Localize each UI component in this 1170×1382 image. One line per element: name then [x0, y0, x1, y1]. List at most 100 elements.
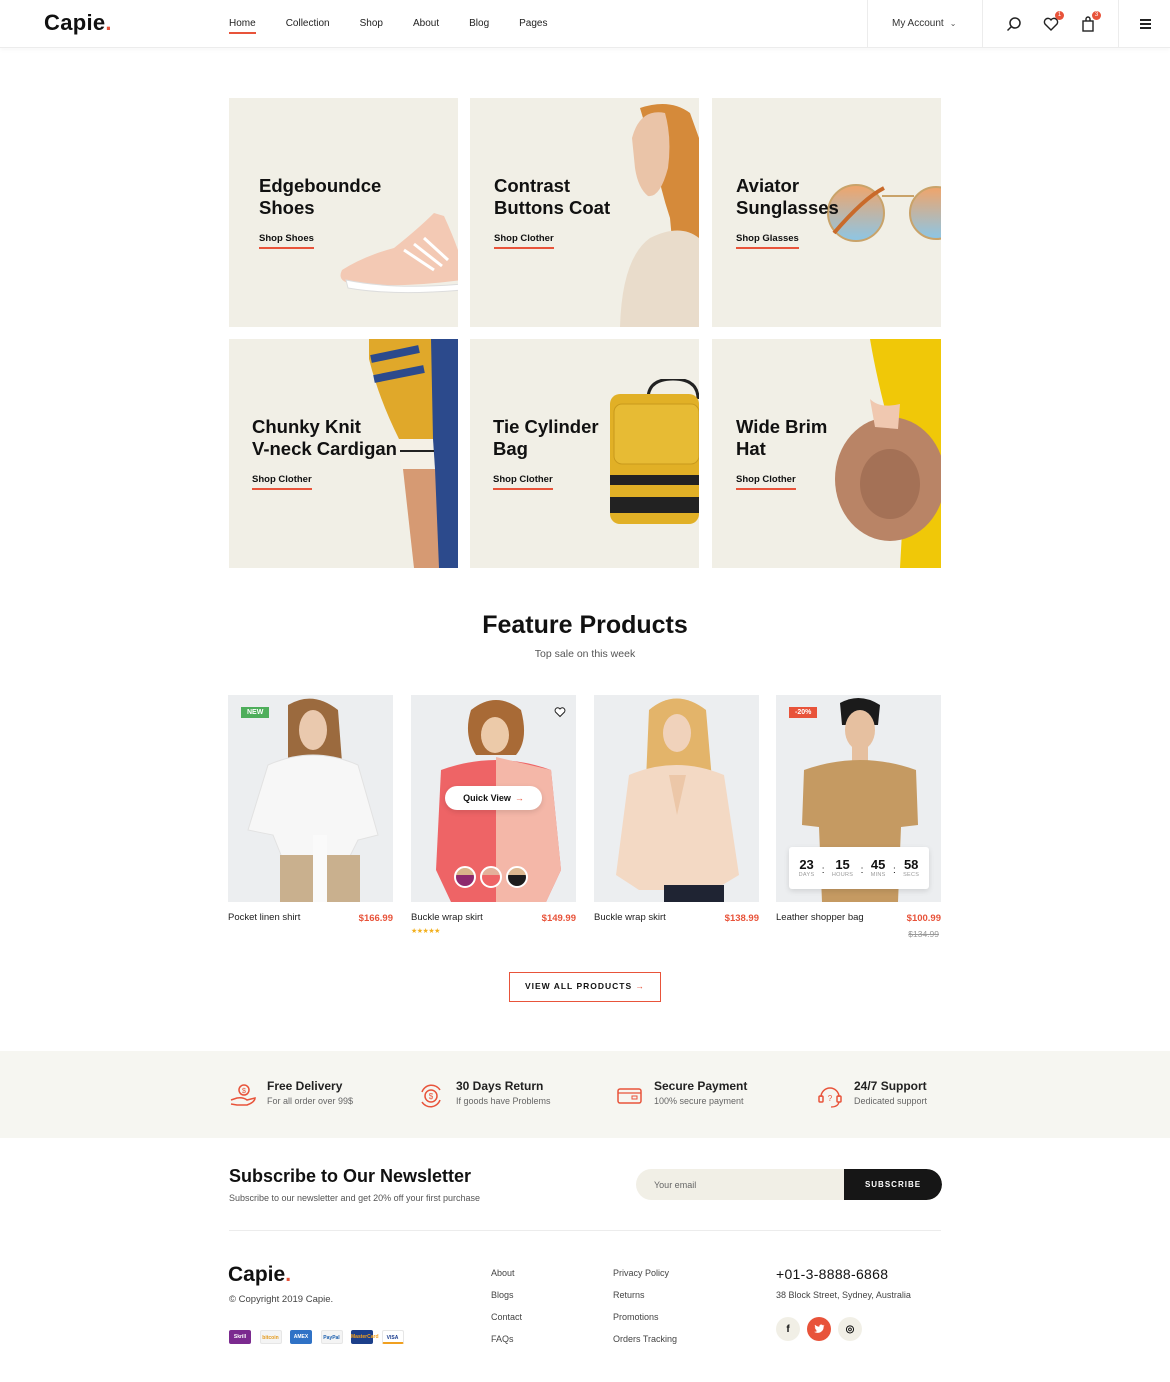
nav-pages[interactable]: Pages: [519, 0, 547, 48]
newsletter-title: Subscribe to Our Newsletter: [229, 1166, 472, 1186]
banner-shop-link[interactable]: Shop Shoes: [259, 233, 314, 249]
banner-shop-link[interactable]: Shop Clother: [493, 474, 553, 490]
footer-links-col1: About Blogs Contact FAQs: [491, 1268, 522, 1356]
svg-text:$: $: [242, 1088, 246, 1095]
service-subtitle: Dedicated support: [854, 1096, 928, 1106]
cart-count-badge: 3: [1092, 11, 1101, 20]
service-subtitle: For all order over 99$: [267, 1096, 354, 1106]
view-all-products-button[interactable]: VIEW ALL PRODUCTS →: [509, 972, 661, 1002]
footer-logo[interactable]: Capie.: [228, 1263, 291, 1287]
search-button[interactable]: [1005, 15, 1023, 33]
product-price: $100.99: [906, 913, 941, 924]
banner-shop-link[interactable]: Shop Clother: [494, 233, 554, 249]
footer-link-blogs[interactable]: Blogs: [491, 1290, 522, 1301]
contact-phone: +01-3-8888-6868: [776, 1266, 889, 1282]
logo[interactable]: Capie.: [44, 10, 112, 36]
footer-link-contact[interactable]: Contact: [491, 1312, 522, 1323]
footer-link-promotions[interactable]: Promotions: [613, 1312, 677, 1323]
my-account-dropdown[interactable]: My Account ⌄: [892, 0, 956, 48]
service-returns: $ 30 Days Return If goods have Problems: [418, 1079, 551, 1110]
product-price: $149.99: [541, 913, 576, 924]
site-header: Capie. Home Collection Shop About Blog P…: [0, 0, 1170, 48]
banner-title: Aviator Sunglasses: [736, 175, 839, 218]
wishlist-heart-icon[interactable]: [554, 705, 566, 718]
nav-home[interactable]: Home: [229, 0, 256, 48]
model-beige-blouse-image: [616, 698, 739, 902]
banner-shop-link[interactable]: Shop Clother: [252, 474, 312, 490]
footer-link-returns[interactable]: Returns: [613, 1290, 677, 1301]
nav-blog[interactable]: Blog: [469, 0, 489, 48]
product-price: $138.99: [724, 913, 759, 924]
service-support: ? 24/7 Support Dedicated support: [816, 1079, 927, 1110]
footer-link-orders-tracking[interactable]: Orders Tracking: [613, 1334, 677, 1345]
product-name[interactable]: Buckle wrap skirt: [411, 912, 483, 923]
facebook-icon[interactable]: f: [776, 1317, 800, 1341]
countdown-days: 23 DAYS: [798, 857, 815, 879]
arrow-right-icon: →: [514, 793, 524, 803]
banner-coat[interactable]: Contrast Buttons Coat Shop Clother: [470, 98, 699, 327]
swatch-black[interactable]: [506, 866, 528, 888]
email-input[interactable]: [636, 1169, 844, 1200]
nav-collection[interactable]: Collection: [286, 0, 330, 48]
product-old-price: $134.99: [908, 929, 939, 939]
service-title: Secure Payment: [654, 1079, 748, 1093]
product-name[interactable]: Buckle wrap skirt: [594, 912, 666, 923]
footer-link-faqs[interactable]: FAQs: [491, 1334, 522, 1345]
shoe-image: [340, 213, 458, 294]
banner-cardigan[interactable]: Chunky Knit V-neck Cardigan Shop Clother: [229, 339, 458, 568]
service-free-delivery: $ Free Delivery For all order over 99$: [229, 1079, 353, 1110]
countdown-secs: 58 SECS: [903, 857, 920, 879]
product-card: NEW Pocket linen shirt $166.99: [228, 695, 393, 924]
svg-text:$: $: [429, 1092, 434, 1101]
banner-hat[interactable]: Wide Brim Hat Shop Clother: [712, 339, 941, 568]
new-tag: NEW: [241, 707, 270, 718]
copyright: © Copyright 2019 Capie.: [229, 1294, 334, 1305]
arrow-right-icon: →: [635, 981, 646, 991]
banner-title: Contrast Buttons Coat: [494, 175, 611, 218]
bitcoin-icon: bitcoin: [259, 1330, 282, 1344]
account-label: My Account: [892, 18, 944, 29]
payment-methods: Skrill bitcoin AMEX PayPal MasterCard VI…: [229, 1330, 412, 1344]
headset-icon: ?: [818, 1087, 842, 1108]
wishlist-button[interactable]: 1: [1042, 11, 1064, 33]
search-icon: [1006, 17, 1021, 32]
banner-shop-link[interactable]: Shop Glasses: [736, 233, 799, 249]
contact-address: 38 Block Street, Sydney, Australia: [776, 1290, 911, 1300]
product-name[interactable]: Leather shopper bag: [776, 912, 864, 923]
twitter-icon[interactable]: [807, 1317, 831, 1341]
footer-links-col2: Privacy Policy Returns Promotions Orders…: [613, 1268, 677, 1356]
service-title: Free Delivery: [267, 1079, 343, 1093]
header-divider: [982, 0, 983, 48]
subscribe-button[interactable]: SUBSCRIBE: [844, 1169, 942, 1200]
product-card: Quick View → Buckle wrap skirt $149.99 ★★…: [411, 695, 576, 935]
banner-title: Chunky Knit V-neck Cardigan: [252, 416, 397, 459]
logo-text: Capie: [44, 10, 106, 35]
product-image[interactable]: [594, 695, 759, 902]
swatch-pink[interactable]: [480, 866, 502, 888]
nav-shop[interactable]: Shop: [360, 0, 383, 48]
nav-about[interactable]: About: [413, 0, 439, 48]
mastercard-icon: MasterCard: [351, 1330, 379, 1344]
instagram-icon[interactable]: ◎: [838, 1317, 862, 1341]
product-image[interactable]: Quick View →: [411, 695, 576, 902]
credit-card-icon: [617, 1088, 642, 1104]
cart-button[interactable]: 3: [1079, 11, 1101, 33]
banner-bag[interactable]: Tie Cylinder Bag Shop Clother: [470, 339, 699, 568]
rating-stars: ★★★★★: [411, 928, 440, 935]
chevron-down-icon: ⌄: [949, 19, 957, 28]
product-image[interactable]: -20% 23 DAYS : 15 HOURS : 45 MINS : 58 SECS: [776, 695, 941, 902]
product-name[interactable]: Pocket linen shirt: [228, 912, 300, 923]
swatch-purple[interactable]: [454, 866, 476, 888]
banner-title: Edgeboundce Shoes: [259, 175, 382, 218]
banner-shop-link[interactable]: Shop Clother: [736, 474, 796, 490]
banner-shoes[interactable]: Edgeboundce Shoes Shop Shoes: [229, 98, 458, 327]
svg-text:?: ?: [828, 1094, 833, 1103]
service-subtitle: If goods have Problems: [456, 1096, 551, 1106]
service-title: 24/7 Support: [854, 1079, 927, 1093]
footer-link-privacy[interactable]: Privacy Policy: [613, 1268, 677, 1279]
menu-icon[interactable]: [1140, 19, 1151, 31]
quick-view-button[interactable]: Quick View →: [445, 786, 542, 810]
product-image[interactable]: NEW: [228, 695, 393, 902]
banner-sunglasses[interactable]: Aviator Sunglasses Shop Glasses: [712, 98, 941, 327]
footer-link-about[interactable]: About: [491, 1268, 522, 1279]
